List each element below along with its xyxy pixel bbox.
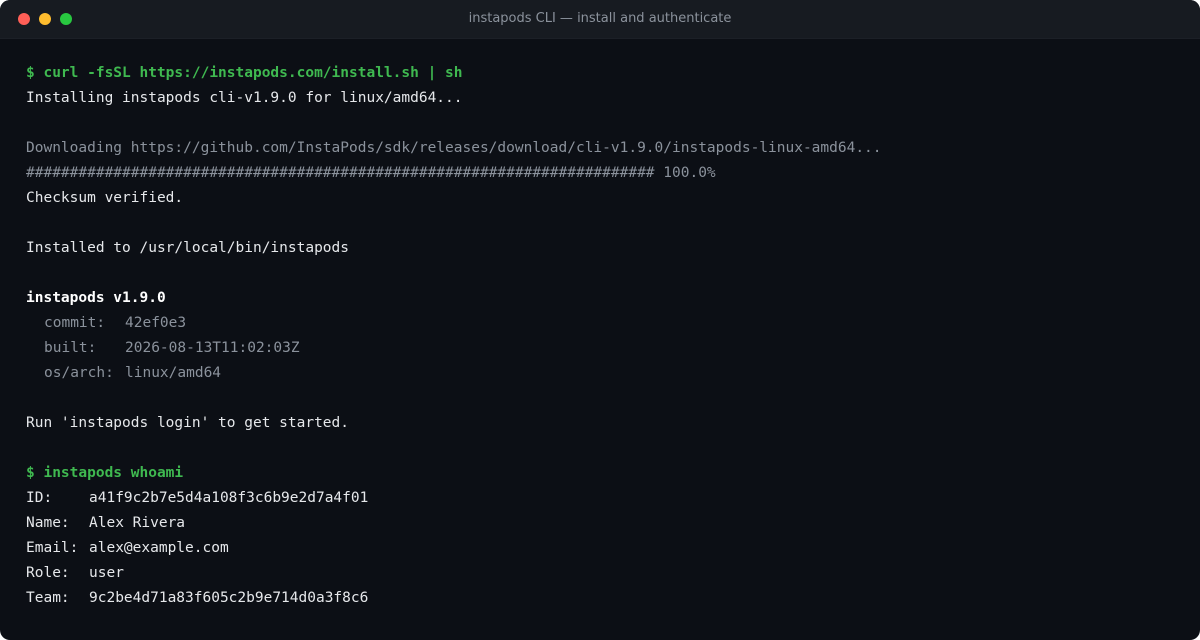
title-bar: instapods CLI — install and authenticate — [0, 0, 1200, 39]
version-arch-row: os/arch: linux/amd64 — [26, 361, 1180, 386]
whoami-row-team: Team: 9c2be4d71a83f605c2b9e714d0a3f8c6 — [26, 586, 1180, 611]
commit-label: commit: — [44, 315, 106, 331]
whoami-row-name: Name: Alex Rivera — [26, 511, 1180, 536]
team-label: Team: — [26, 590, 70, 606]
commit-value: 42ef0e3 — [125, 315, 187, 331]
whoami-command: $ instapods whoami — [26, 465, 184, 481]
whoami-row-email: Email: alex@example.com — [26, 536, 1180, 561]
arch-value: linux/amd64 — [125, 365, 222, 381]
built-value: 2026-08-13T11:02:03Z — [125, 340, 300, 356]
whoami-row-id: ID: a41f9c2b7e5d4a108f3c6b9e2d7a4f01 — [26, 486, 1180, 511]
terminal-output[interactable]: $ curl -fsSL https://instapods.com/insta… — [26, 61, 1180, 611]
version-built-row: built: 2026-08-13T11:02:03Z — [26, 336, 1180, 361]
email-label: Email: — [26, 540, 79, 556]
installing-message: Installing instapods cli-v1.9.0 for linu… — [26, 90, 463, 106]
progress-bar: ########################################… — [26, 165, 655, 181]
terminal-window: instapods CLI — install and authenticate… — [0, 0, 1200, 640]
role-value: user — [89, 565, 124, 581]
installed-path-message: Installed to /usr/local/bin/instapods — [26, 240, 350, 256]
id-label: ID: — [26, 490, 53, 506]
built-label: built: — [44, 340, 97, 356]
download-progress: ########################################… — [26, 161, 1180, 186]
login-hint: Run 'instapods login' to get started. — [26, 415, 350, 431]
role-label: Role: — [26, 565, 70, 581]
arch-label: os/arch: — [44, 365, 114, 381]
version-commit-row: commit: 42ef0e3 — [26, 311, 1180, 336]
id-value: a41f9c2b7e5d4a108f3c6b9e2d7a4f01 — [89, 490, 369, 506]
name-label: Name: — [26, 515, 70, 531]
whoami-row-role: Role: user — [26, 561, 1180, 586]
download-message: Downloading https://github.com/InstaPods… — [26, 140, 882, 156]
install-command: $ curl -fsSL https://instapods.com/insta… — [26, 65, 463, 81]
team-value: 9c2be4d71a83f605c2b9e714d0a3f8c6 — [89, 590, 369, 606]
progress-percent: 100.0% — [663, 165, 716, 181]
window-title: instapods CLI — install and authenticate — [468, 11, 732, 26]
email-value: alex@example.com — [89, 540, 229, 556]
name-value: Alex Rivera — [89, 515, 186, 531]
version-header: instapods v1.9.0 — [26, 290, 166, 306]
checksum-message: Checksum verified. — [26, 190, 184, 206]
